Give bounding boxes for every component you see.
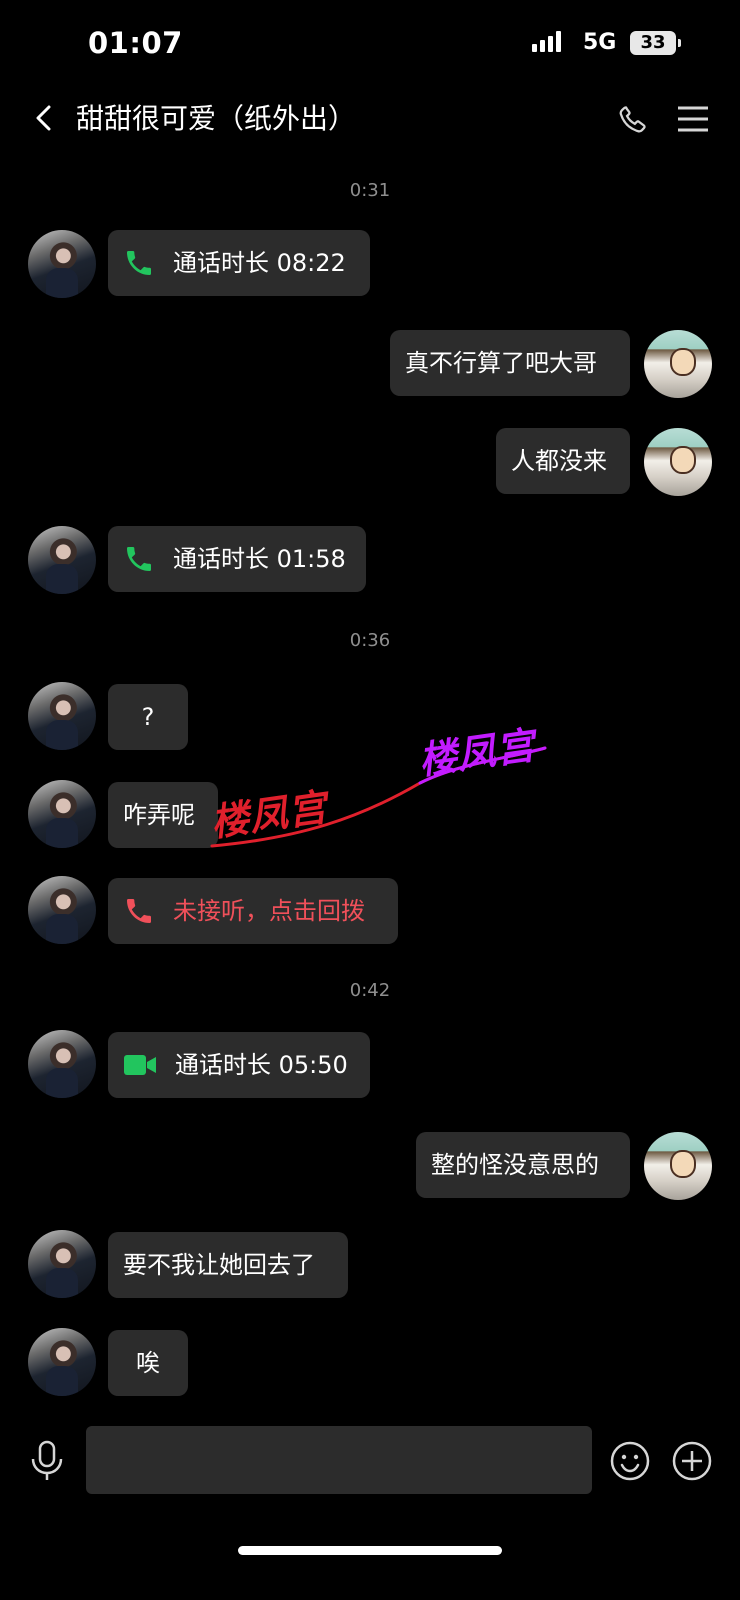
- message-text: ?: [141, 703, 155, 731]
- message-bubble[interactable]: 唉: [108, 1330, 188, 1396]
- contact-avatar[interactable]: [28, 1030, 96, 1098]
- call-duration-text: 通话时长 01:58: [173, 545, 346, 573]
- phone-icon[interactable]: [616, 102, 650, 136]
- phone-icon: [127, 251, 151, 275]
- contact-avatar[interactable]: [28, 1230, 96, 1298]
- timestamp: 0:42: [349, 980, 391, 1001]
- contact-avatar[interactable]: [28, 780, 96, 848]
- video-call-icon: [124, 1055, 156, 1075]
- phone-icon: [127, 547, 151, 571]
- missed-call-bubble[interactable]: 未接听，点击回拨: [108, 878, 398, 944]
- contact-avatar[interactable]: [28, 230, 96, 298]
- back-arrow-icon[interactable]: [30, 104, 58, 132]
- emoji-icon[interactable]: [610, 1441, 650, 1481]
- message-text: 整的怪没意思的: [431, 1151, 599, 1179]
- call-duration-text: 通话时长 08:22: [173, 249, 346, 277]
- call-record-bubble[interactable]: 通话时长 01:58: [108, 526, 366, 592]
- chat-title: 甜甜很可爱（纸外出）: [76, 102, 357, 135]
- contact-avatar[interactable]: [28, 1328, 96, 1396]
- message-bubble[interactable]: 要不我让她回去了: [108, 1232, 348, 1298]
- message-input[interactable]: [86, 1426, 592, 1494]
- message-bubble[interactable]: 真不行算了吧大哥: [390, 330, 630, 396]
- home-indicator[interactable]: [238, 1546, 502, 1555]
- video-call-record-bubble[interactable]: 通话时长 05:50: [108, 1032, 370, 1098]
- message-text: 人都没来: [511, 447, 607, 475]
- phone-missed-icon: [127, 899, 151, 923]
- battery-icon: 33: [630, 31, 681, 55]
- voice-input-icon[interactable]: [28, 1440, 66, 1482]
- message-text: 唉: [136, 1349, 160, 1377]
- my-avatar[interactable]: [644, 1132, 712, 1200]
- message-bubble[interactable]: 人都没来: [496, 428, 630, 494]
- contact-avatar[interactable]: [28, 682, 96, 750]
- contact-avatar[interactable]: [28, 526, 96, 594]
- add-attachment-icon[interactable]: [672, 1441, 712, 1481]
- menu-icon[interactable]: [676, 104, 710, 134]
- signal-icon: [532, 30, 561, 52]
- message-bubble[interactable]: ?: [108, 684, 188, 750]
- call-duration-text: 通话时长 05:50: [175, 1051, 348, 1079]
- my-avatar[interactable]: [644, 330, 712, 398]
- my-avatar[interactable]: [644, 428, 712, 496]
- message-bubble[interactable]: 整的怪没意思的: [416, 1132, 630, 1198]
- call-record-bubble[interactable]: 通话时长 08:22: [108, 230, 370, 296]
- contact-avatar[interactable]: [28, 876, 96, 944]
- timestamp: 0:36: [349, 630, 391, 651]
- status-time: 01:07: [88, 26, 183, 60]
- message-text: 咋弄呢: [123, 801, 195, 829]
- message-text: 要不我让她回去了: [123, 1251, 315, 1279]
- missed-call-text: 未接听，点击回拨: [173, 897, 365, 925]
- message-text: 真不行算了吧大哥: [405, 349, 597, 377]
- timestamp: 0:31: [349, 180, 391, 201]
- message-bubble[interactable]: 咋弄呢: [108, 782, 218, 848]
- network-type: 5G: [583, 30, 617, 55]
